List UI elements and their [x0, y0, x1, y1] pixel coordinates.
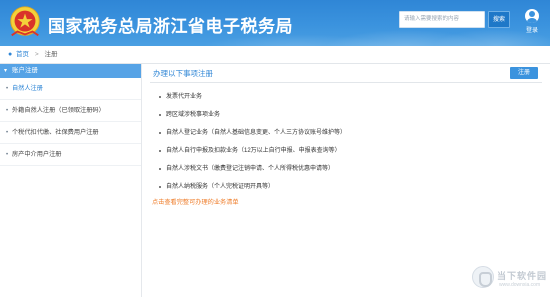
tax-bureau-emblem-icon — [10, 6, 40, 37]
bullet-icon: • — [6, 152, 9, 158]
site-header: 国家税务总局浙江省电子税务局 请输入需要搜索的内容 搜索 登录 — [0, 0, 550, 46]
sidebar-item-label: 外籍自然人注册（已领取注册码） — [12, 107, 105, 114]
watermark-logo-icon — [472, 266, 494, 288]
search-input[interactable]: 请输入需要搜索的内容 — [399, 11, 485, 28]
breadcrumb-separator: > — [34, 51, 39, 58]
sidebar-item-withholding-register[interactable]: • 个税代扣代缴、社保费用户注册 — [0, 122, 141, 144]
sidebar-item-foreign-register[interactable]: • 外籍自然人注册（已领取注册码） — [0, 100, 141, 122]
sidebar-item-individual-register[interactable]: • 自然人注册 — [0, 78, 141, 100]
sidebar-item-agency-register[interactable]: • 房产中介用户注册 — [0, 144, 141, 166]
bullet-icon: • — [6, 130, 9, 136]
sidebar: ▾ 账户注册 • 自然人注册 • 外籍自然人注册（已领取注册码） • 个税代扣代… — [0, 64, 142, 297]
bullet-icon: • — [6, 86, 9, 92]
watermark-text: 当下软件园 — [497, 271, 548, 281]
list-item: 自然人涉税文书（缴费登记注销申请、个人所得税优惠申请等） — [158, 160, 346, 178]
login-label: 登录 — [525, 28, 538, 34]
register-button[interactable]: 注册 — [510, 67, 538, 79]
list-item: 跨区域涉税事项业务 — [158, 106, 346, 124]
breadcrumb-current: 注册 — [44, 51, 58, 58]
page-title: 办理以下事项注册 — [153, 69, 213, 78]
sidebar-item-label: 个税代扣代缴、社保费用户注册 — [12, 129, 99, 136]
sidebar-header-label: 账户注册 — [12, 67, 38, 74]
chevron-down-icon: ▾ — [4, 68, 8, 74]
watermark-subtext: www.downxia.com — [499, 282, 541, 288]
sidebar-item-label: 房产中介用户注册 — [12, 151, 62, 158]
watermark: 当下软件园 www.downxia.com — [470, 262, 550, 297]
list-item: 发票代开业务 — [158, 88, 346, 106]
breadcrumb-home-link[interactable]: 首页 — [16, 51, 29, 58]
user-avatar-icon — [525, 9, 539, 23]
login-button[interactable]: 登录 — [520, 9, 544, 34]
sidebar-header[interactable]: ▾ 账户注册 — [0, 64, 141, 78]
site-title: 国家税务总局浙江省电子税务局 — [48, 17, 293, 36]
list-item: 自然人纳税服务（个人完税证明开具等） — [158, 178, 346, 196]
list-item: 自然人登记业务（自然人基础信息变更、个人三方协议账号维护等） — [158, 124, 346, 142]
location-pin-icon: ● — [8, 51, 13, 58]
breadcrumb: ● 首页 > 注册 — [0, 46, 550, 64]
divider — [150, 82, 542, 83]
full-business-list-link[interactable]: 点击查看完整可办理的业务清单 — [152, 197, 239, 206]
list-item: 自然人自行申报及扣款业务（12万以上自行申报、申报表查询等） — [158, 142, 346, 160]
bullet-icon: • — [6, 108, 9, 114]
search-button[interactable]: 搜索 — [488, 11, 510, 28]
sidebar-item-label: 自然人注册 — [12, 85, 43, 92]
business-list: 发票代开业务 跨区域涉税事项业务 自然人登记业务（自然人基础信息变更、个人三方协… — [158, 88, 346, 196]
